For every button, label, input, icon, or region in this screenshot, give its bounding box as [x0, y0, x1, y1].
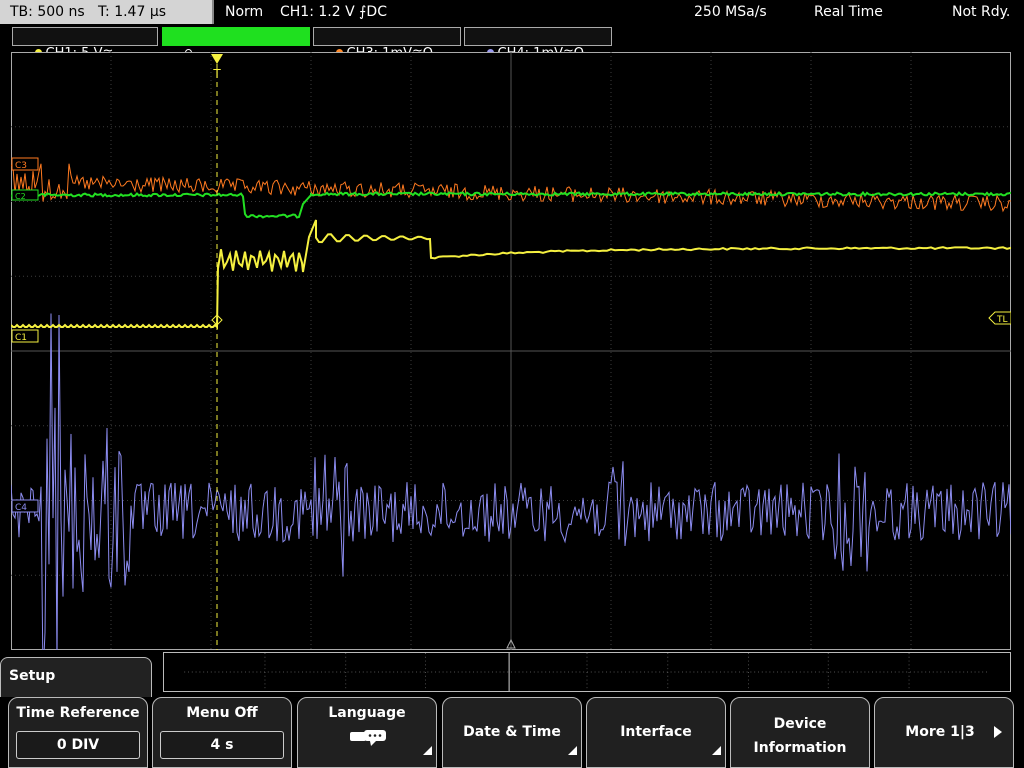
ch3-marker[interactable]: C3: [11, 157, 39, 171]
trigger-level-text: TL: [996, 315, 1008, 325]
submenu-corner-icon: [423, 746, 432, 755]
trigger-setting[interactable]: CH1: 1.2 V ⨍DC: [280, 0, 387, 24]
waveform-display[interactable]: T C3 C2 C1 C4 TL: [11, 52, 1011, 650]
ch4-marker[interactable]: C4: [11, 499, 39, 513]
status-bar: TB: 500 ns T: 1.47 µs Norm CH1: 1.2 V ⨍D…: [0, 0, 1024, 24]
language-label: Language: [328, 705, 406, 721]
more-label: More 1|3: [905, 724, 975, 740]
menu-title: Setup: [9, 668, 56, 684]
channel-tab-ch2[interactable]: CH2: 20 mV≅Ω: [162, 27, 310, 61]
ch4-marker-text: C4: [15, 503, 27, 513]
language-softkey[interactable]: Language: [297, 697, 437, 768]
ch2-marker[interactable]: C2: [11, 189, 39, 201]
timebase-readout[interactable]: TB: 500 ns T: 1.47 µs: [0, 0, 214, 24]
arrow-right-icon: [994, 726, 1002, 738]
ch1-marker-text: C1: [15, 333, 27, 343]
ch2-marker-text: C2: [15, 192, 26, 201]
interface-label: Interface: [620, 724, 692, 740]
time-reference-softkey[interactable]: Time Reference 0 DIV: [8, 697, 148, 768]
menu-off-softkey[interactable]: Menu Off 4 s: [152, 697, 292, 768]
menu-off-value[interactable]: 4 s: [160, 731, 284, 759]
channel-tab-ch1[interactable]: CH1: 5 V≅: [12, 27, 158, 61]
device-information-softkey[interactable]: Device Information: [730, 697, 870, 768]
channel-tabs: CH1: 5 V≅ CH2: 20 mV≅Ω CH3: 1mV≅Ω CH4: 1…: [0, 26, 1024, 61]
ch3-marker-text: C3: [15, 161, 27, 171]
acquisition-mode: Real Time: [814, 4, 883, 20]
channel-tab-ch4[interactable]: CH4: 1mV≅Ω: [464, 27, 612, 61]
interface-softkey[interactable]: Interface: [586, 697, 726, 768]
speech-bubbles-icon: [350, 730, 386, 746]
date-time-softkey[interactable]: Date & Time: [442, 697, 582, 768]
trigger-state: Not Rdy.: [952, 4, 1011, 20]
device-information-label: Device Information: [753, 716, 847, 756]
menu-off-label: Menu Off: [186, 705, 258, 721]
overview-strip: [163, 652, 1011, 692]
submenu-corner-icon: [712, 746, 721, 755]
setup-menu-tab[interactable]: Setup: [0, 657, 152, 697]
channel-tab-ch3[interactable]: CH3: 1mV≅Ω: [313, 27, 461, 61]
time-reference-value[interactable]: 0 DIV: [16, 731, 140, 759]
ch1-marker[interactable]: C1: [11, 329, 39, 343]
sample-rate: 250 MSa/s: [694, 4, 767, 20]
trigger-mode[interactable]: Norm: [225, 0, 263, 24]
submenu-corner-icon: [568, 746, 577, 755]
date-time-label: Date & Time: [463, 724, 561, 740]
svg-text:T: T: [212, 67, 221, 81]
more-softkey[interactable]: More 1|3: [874, 697, 1014, 768]
time-reference-label: Time Reference: [16, 705, 140, 721]
